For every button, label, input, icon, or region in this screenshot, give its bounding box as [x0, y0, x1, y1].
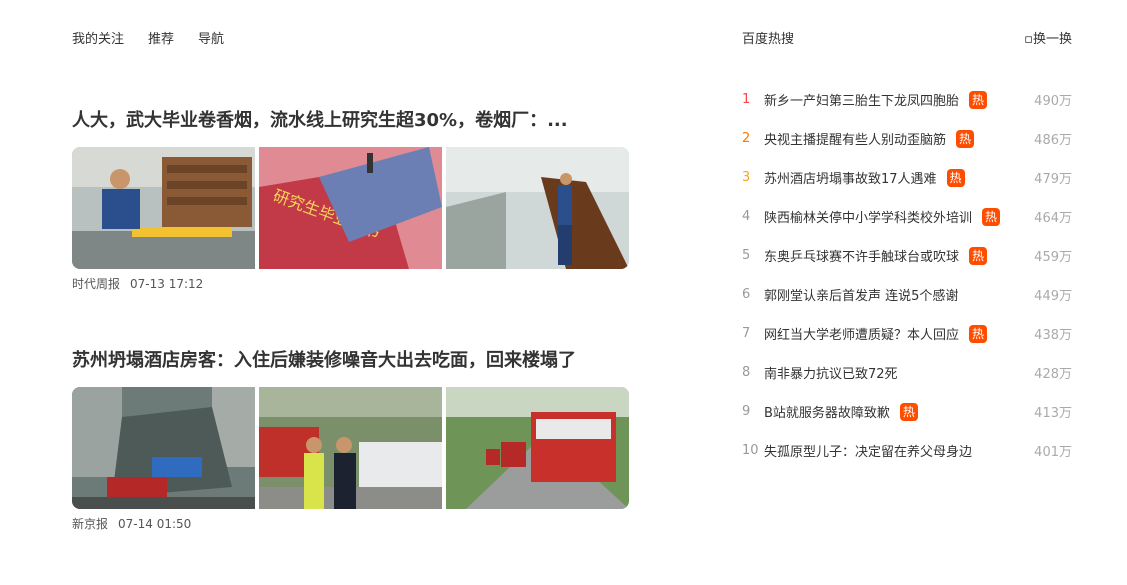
hot-search-item[interactable]: 3 苏州酒店坍塌事故致17人遇难热 479万	[742, 158, 1072, 197]
refresh-label: 换一换	[1032, 32, 1072, 47]
hot-search-item[interactable]: 5 东奥乒乓球赛不许手触球台或吹球热 459万	[742, 236, 1072, 275]
hot-search-count: 401万	[1034, 445, 1072, 460]
refresh-button[interactable]: ▫换一换	[1024, 28, 1072, 47]
article-images: 研究生毕业证书	[72, 147, 629, 269]
hot-search-rank: 8	[742, 365, 751, 380]
hot-search-text: 陕西榆林关停中小学学科类校外培训	[764, 211, 973, 226]
hot-badge: 热	[982, 207, 1001, 226]
hot-search-item[interactable]: 1 新乡一产妇第三胎生下龙凤四胞胎热 490万	[742, 80, 1072, 119]
hot-search-count: 486万	[1034, 133, 1072, 148]
hot-search-list: 1 新乡一产妇第三胎生下龙凤四胞胎热 490万 2 央视主播提醒有些人别动歪脑筋热 486…	[742, 80, 1072, 470]
hot-search-item[interactable]: 2 央视主播提醒有些人别动歪脑筋热 486万	[742, 119, 1072, 158]
hot-search-count: 438万	[1034, 328, 1072, 343]
hot-badge: 热	[969, 90, 988, 109]
article-meta: 新京报 07-14 01:50	[72, 515, 632, 532]
hot-search-rank: 2	[742, 131, 751, 146]
hot-search-title: 百度热搜	[742, 32, 795, 47]
hot-search-item[interactable]: 7 网红当大学老师遭质疑？本人回应热 438万	[742, 314, 1072, 353]
hot-search-item[interactable]: 9 B站就服务器故障致歉热 413万	[742, 392, 1072, 431]
hot-search-text: 南非暴力抗议已致72死	[764, 367, 898, 382]
hot-search-count: 479万	[1034, 172, 1072, 187]
hot-search-count: 413万	[1034, 406, 1072, 421]
hot-search-count: 428万	[1034, 367, 1072, 382]
police-scene-photo[interactable]	[259, 387, 442, 509]
hot-search-rank: 6	[742, 287, 751, 302]
hot-search-text: 央视主播提醒有些人别动歪脑筋	[764, 133, 947, 148]
refresh-icon: ▫	[1024, 32, 1033, 47]
hot-search-rank: 5	[742, 248, 751, 263]
factory-worker-photo[interactable]	[72, 147, 255, 269]
news-article: 苏州坍塌酒店房客：入住后嫌装修噪音大出去吃面，回来楼塌了 新京报 07-14 0…	[72, 346, 632, 532]
hot-search-rank: 10	[742, 443, 759, 458]
hot-search-text: 失孤原型儿子：决定留在养父母身边	[764, 445, 973, 460]
tab-navigation[interactable]: 导航	[198, 28, 224, 47]
hot-search-item[interactable]: 8 南非暴力抗议已致72死 428万	[742, 353, 1072, 392]
hot-search-text: 东奥乒乓球赛不许手触球台或吹球	[764, 250, 960, 265]
hot-badge: 热	[956, 129, 975, 148]
hot-search-text: 新乡一产妇第三胎生下龙凤四胞胎	[764, 94, 960, 109]
graduate-certificate-photo[interactable]: 研究生毕业证书	[259, 147, 442, 269]
hot-search-header: 百度热搜 ▫换一换	[742, 28, 1072, 47]
article-images	[72, 387, 629, 509]
hot-search-text: 郭刚堂认亲后首发声 连说5个感谢	[764, 289, 959, 304]
news-article: 人大，武大毕业卷香烟，流水线上研究生超30%，卷烟厂：... 研究生毕业证书 时…	[72, 106, 632, 292]
hot-badge: 热	[969, 246, 988, 265]
hot-search-rank: 4	[742, 209, 751, 224]
hot-search-count: 449万	[1034, 289, 1072, 304]
hot-search-text: 网红当大学老师遭质疑？本人回应	[764, 328, 960, 343]
hot-badge: 热	[969, 324, 988, 343]
hot-search-count: 459万	[1034, 250, 1072, 265]
hot-search-count: 464万	[1034, 211, 1072, 226]
hot-search-count: 490万	[1034, 94, 1072, 109]
article-time: 07-13 17:12	[130, 277, 204, 291]
hot-badge: 热	[899, 402, 918, 421]
article-title[interactable]: 人大，武大毕业卷香烟，流水线上研究生超30%，卷烟厂：...	[72, 106, 632, 132]
fire-trucks-street-photo[interactable]	[446, 387, 629, 509]
hot-search-text: B站就服务器故障致歉	[764, 406, 890, 421]
article-meta: 时代周报 07-13 17:12	[72, 275, 632, 292]
hot-search-item[interactable]: 10 失孤原型儿子：决定留在养父母身边 401万	[742, 431, 1072, 470]
hot-search-item[interactable]: 6 郭刚堂认亲后首发声 连说5个感谢 449万	[742, 275, 1072, 314]
tab-my-follow[interactable]: 我的关注	[72, 28, 124, 47]
hot-search-item[interactable]: 4 陕西榆林关停中小学学科类校外培训热 464万	[742, 197, 1072, 236]
article-title[interactable]: 苏州坍塌酒店房客：入住后嫌装修噪音大出去吃面，回来楼塌了	[72, 346, 632, 372]
hot-search-rank: 3	[742, 170, 751, 185]
article-source: 新京报	[72, 517, 109, 531]
hot-search-text: 苏州酒店坍塌事故致17人遇难	[764, 172, 937, 187]
hot-search-rank: 9	[742, 404, 751, 419]
production-line-photo[interactable]	[446, 147, 629, 269]
article-time: 07-14 01:50	[118, 517, 192, 531]
tab-recommend[interactable]: 推荐	[148, 28, 174, 47]
hot-badge: 热	[946, 168, 965, 187]
article-source: 时代周报	[72, 277, 121, 291]
top-nav-tabs: 我的关注 推荐 导航	[72, 28, 224, 47]
hot-search-rank: 7	[742, 326, 751, 341]
collapse-site-photo[interactable]	[72, 387, 255, 509]
hot-search-rank: 1	[742, 92, 751, 107]
